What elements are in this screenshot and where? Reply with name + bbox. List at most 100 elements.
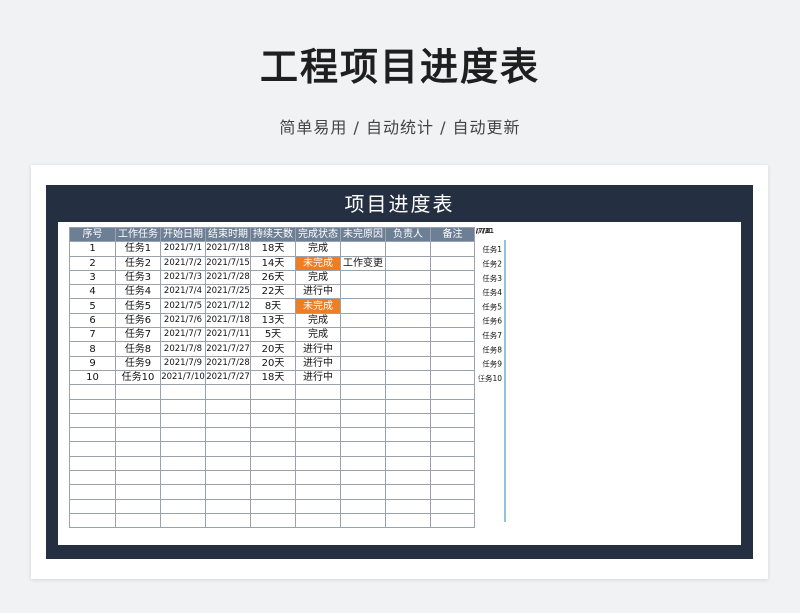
table-cell[interactable]: [385, 455, 431, 472]
table-cell[interactable]: 任务5: [115, 298, 161, 314]
table-cell[interactable]: 2021/7/9: [160, 355, 206, 371]
table-cell[interactable]: 完成: [295, 269, 341, 286]
table-cell[interactable]: [385, 441, 431, 457]
table-cell[interactable]: [340, 498, 386, 514]
table-cell[interactable]: 2021/7/10: [160, 369, 206, 386]
table-cell[interactable]: [385, 512, 431, 529]
table-cell[interactable]: [385, 284, 431, 300]
table-cell[interactable]: 2: [69, 255, 116, 271]
table-cell[interactable]: 未完成: [295, 255, 341, 271]
table-cell[interactable]: [340, 312, 386, 329]
table-cell[interactable]: 22天: [250, 284, 296, 300]
table-cell[interactable]: 完成: [295, 241, 341, 257]
table-cell[interactable]: [340, 512, 386, 529]
table-cell[interactable]: 18天: [250, 369, 296, 386]
table-cell[interactable]: [160, 455, 206, 472]
table-cell[interactable]: 完成: [295, 327, 341, 343]
table-cell[interactable]: [385, 241, 431, 257]
table-cell[interactable]: 18天: [250, 241, 296, 257]
table-cell[interactable]: 7: [69, 327, 116, 343]
table-cell[interactable]: [340, 284, 386, 300]
table-cell[interactable]: 2021/7/8: [160, 341, 206, 357]
table-cell[interactable]: 2021/7/27: [205, 369, 251, 386]
table-cell[interactable]: [295, 512, 341, 529]
table-cell[interactable]: [115, 498, 161, 514]
table-cell[interactable]: [340, 355, 386, 371]
table-cell[interactable]: 8天: [250, 298, 296, 314]
table-cell[interactable]: 2021/7/6: [160, 312, 206, 329]
column-header[interactable]: 未完原因: [340, 226, 386, 243]
table-cell[interactable]: [69, 384, 116, 400]
table-cell[interactable]: [205, 498, 251, 514]
table-cell[interactable]: [430, 512, 475, 529]
table-cell[interactable]: [430, 498, 475, 514]
table-cell[interactable]: [160, 498, 206, 514]
table-cell[interactable]: 2021/7/18: [205, 312, 251, 329]
table-cell[interactable]: [160, 398, 206, 414]
table-cell[interactable]: 2021/7/11: [205, 327, 251, 343]
table-cell[interactable]: [205, 384, 251, 400]
table-cell[interactable]: 进行中: [295, 284, 341, 300]
table-cell[interactable]: [160, 484, 206, 500]
table-cell[interactable]: 13天: [250, 312, 296, 329]
column-header[interactable]: 序号: [69, 226, 116, 243]
table-cell[interactable]: 2021/7/28: [205, 355, 251, 371]
table-cell[interactable]: 2021/7/12: [205, 298, 251, 314]
table-cell[interactable]: [430, 369, 475, 386]
table-cell[interactable]: 2021/7/2: [160, 255, 206, 271]
table-cell[interactable]: 2021/7/7: [160, 327, 206, 343]
table-cell[interactable]: 完成: [295, 312, 341, 329]
table-cell[interactable]: [115, 412, 161, 429]
table-cell[interactable]: [430, 269, 475, 286]
table-cell[interactable]: [430, 412, 475, 429]
table-cell[interactable]: [385, 355, 431, 371]
table-cell[interactable]: [430, 241, 475, 257]
table-cell[interactable]: [430, 355, 475, 371]
table-cell[interactable]: 5天: [250, 327, 296, 343]
table-cell[interactable]: 2021/7/1: [160, 241, 206, 257]
table-cell[interactable]: [385, 369, 431, 386]
table-cell[interactable]: 2021/7/27: [205, 341, 251, 357]
column-header[interactable]: 结束时期: [205, 226, 251, 243]
table-cell[interactable]: [69, 412, 116, 429]
table-cell[interactable]: [340, 484, 386, 500]
table-cell[interactable]: [295, 470, 341, 486]
table-cell[interactable]: [69, 484, 116, 500]
table-cell[interactable]: [115, 384, 161, 400]
table-cell[interactable]: 进行中: [295, 341, 341, 357]
table-cell[interactable]: 9: [69, 355, 116, 371]
table-cell[interactable]: [250, 470, 296, 486]
table-cell[interactable]: [430, 441, 475, 457]
table-cell[interactable]: [250, 427, 296, 443]
table-cell[interactable]: [250, 512, 296, 529]
table-cell[interactable]: [115, 484, 161, 500]
table-cell[interactable]: [250, 441, 296, 457]
table-cell[interactable]: [385, 327, 431, 343]
table-cell[interactable]: [385, 255, 431, 271]
table-cell[interactable]: [250, 398, 296, 414]
table-cell[interactable]: 2021/7/18: [205, 241, 251, 257]
table-cell[interactable]: [115, 427, 161, 443]
table-cell[interactable]: [205, 427, 251, 443]
table-cell[interactable]: [115, 441, 161, 457]
table-cell[interactable]: [430, 427, 475, 443]
table-cell[interactable]: 6: [69, 312, 116, 329]
table-cell[interactable]: [430, 298, 475, 314]
table-cell[interactable]: 进行中: [295, 355, 341, 371]
table-cell[interactable]: [295, 441, 341, 457]
table-cell[interactable]: [160, 470, 206, 486]
table-cell[interactable]: [160, 512, 206, 529]
table-cell[interactable]: 4: [69, 284, 116, 300]
column-header[interactable]: 负责人: [385, 226, 431, 243]
table-cell[interactable]: [385, 398, 431, 414]
table-cell[interactable]: [385, 269, 431, 286]
table-cell[interactable]: [295, 427, 341, 443]
table-cell[interactable]: [205, 455, 251, 472]
table-cell[interactable]: 任务4: [115, 284, 161, 300]
table-cell[interactable]: [385, 298, 431, 314]
table-cell[interactable]: [430, 327, 475, 343]
table-cell[interactable]: [115, 398, 161, 414]
table-cell[interactable]: 5: [69, 298, 116, 314]
table-cell[interactable]: [340, 470, 386, 486]
table-cell[interactable]: [160, 384, 206, 400]
